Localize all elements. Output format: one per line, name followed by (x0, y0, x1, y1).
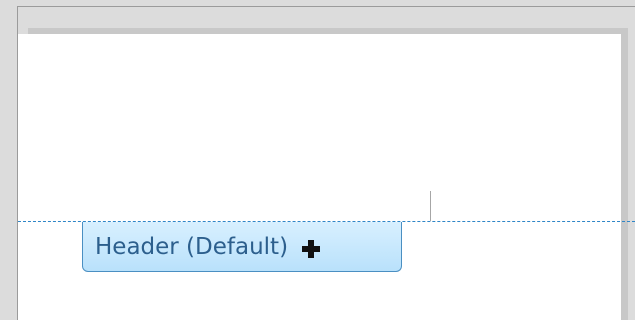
document-frame-top (17, 6, 635, 7)
document-page[interactable] (18, 34, 621, 320)
text-boundary-corner-mark (430, 191, 431, 221)
header-tag-label: Header (Default) (95, 233, 289, 260)
header-default-tag[interactable]: Header (Default) (82, 222, 402, 272)
plus-icon[interactable] (302, 239, 321, 258)
